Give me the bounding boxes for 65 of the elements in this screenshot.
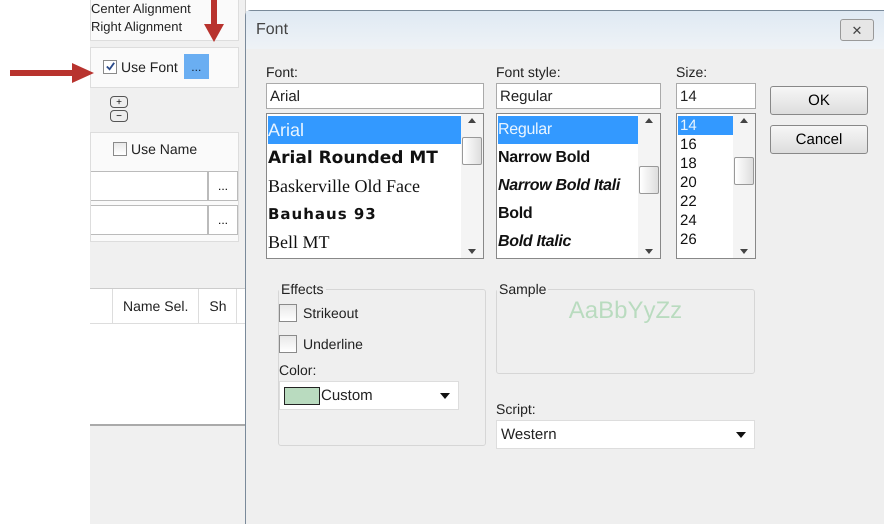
minus-button[interactable]: − (110, 110, 128, 122)
scroll-thumb[interactable] (639, 166, 659, 194)
list-item[interactable]: Bell MT (268, 228, 461, 256)
script-dropdown[interactable]: Western (496, 420, 755, 449)
list-item[interactable]: Narrow Bold (498, 144, 638, 172)
dialog-button[interactable]: Cancel (770, 125, 868, 154)
list-item[interactable]: 26 (678, 230, 733, 249)
scroll-down-icon[interactable] (468, 249, 476, 254)
browse-button[interactable]: ... (208, 205, 238, 235)
scroll-up-icon[interactable] (740, 118, 748, 123)
list-item[interactable]: Bold (498, 200, 638, 228)
list-item[interactable]: 18 (678, 154, 733, 173)
font-picker-button[interactable]: ... (184, 54, 209, 79)
scrollbar[interactable] (733, 114, 755, 258)
group-title: Sample (498, 281, 548, 297)
scroll-thumb[interactable] (462, 137, 482, 165)
field-label: Font: (266, 63, 299, 81)
caret-icon (440, 392, 450, 398)
scroll-thumb[interactable] (734, 157, 754, 185)
scroll-up-icon[interactable] (645, 118, 653, 123)
color-dropdown[interactable]: Custom (279, 381, 459, 410)
arrow-icon (202, 0, 226, 44)
group-title: Effects (280, 281, 325, 297)
list-item[interactable]: Bold Italic (498, 228, 638, 256)
size-field[interactable]: 14 (676, 83, 756, 109)
field-label: Script: (496, 400, 537, 418)
list-item[interactable]: Narrow Bold Itali (498, 172, 638, 200)
dialog-button[interactable]: OK (770, 86, 868, 115)
list-item[interactable]: 22 (678, 192, 733, 211)
text-field[interactable] (91, 205, 208, 235)
list-item[interactable]: Baskerville Old Face (268, 172, 461, 200)
scrollbar[interactable] (461, 114, 483, 258)
arrow-icon (10, 61, 96, 85)
checkbox[interactable] (103, 60, 117, 74)
font-style-field[interactable]: Regular (496, 83, 661, 109)
list-item[interactable]: 24 (678, 211, 733, 230)
checkbox-label: Strikeout (303, 305, 358, 321)
alignment-option[interactable]: Right Alignment (91, 18, 238, 36)
scroll-down-icon[interactable] (740, 249, 748, 254)
checkbox[interactable] (279, 335, 297, 353)
alignment-option[interactable]: Center Alignment (91, 0, 238, 18)
scroll-down-icon[interactable] (645, 249, 653, 254)
checkbox[interactable] (279, 304, 297, 322)
font-field[interactable]: Arial (266, 83, 484, 109)
scroll-up-icon[interactable] (468, 118, 476, 123)
field-label: Color: (279, 361, 318, 379)
list-item[interactable]: Arial Rounded MT (268, 144, 461, 172)
text-field[interactable] (91, 171, 208, 201)
list-item[interactable]: Bauhaus 93 (268, 200, 461, 228)
checkbox[interactable] (113, 142, 127, 156)
plus-button[interactable]: + (110, 96, 128, 108)
window-title: Font (256, 21, 288, 39)
scrollbar[interactable] (638, 114, 660, 258)
checkbox-label: Underline (303, 336, 363, 352)
list-item[interactable]: 16 (678, 135, 733, 154)
checkbox-label: Use Name (131, 141, 198, 157)
browse-button[interactable]: ... (208, 171, 238, 201)
field-label: Size: (676, 63, 708, 81)
column-header[interactable]: Name Sel. (113, 289, 200, 323)
caret-icon (736, 432, 746, 438)
checkbox-label: Use Font (121, 58, 178, 74)
field-label: Font style: (496, 63, 562, 81)
list-item[interactable]: 20 (678, 173, 733, 192)
close-button[interactable]: ✕ (840, 19, 874, 41)
column-header[interactable]: Sh (199, 289, 238, 323)
